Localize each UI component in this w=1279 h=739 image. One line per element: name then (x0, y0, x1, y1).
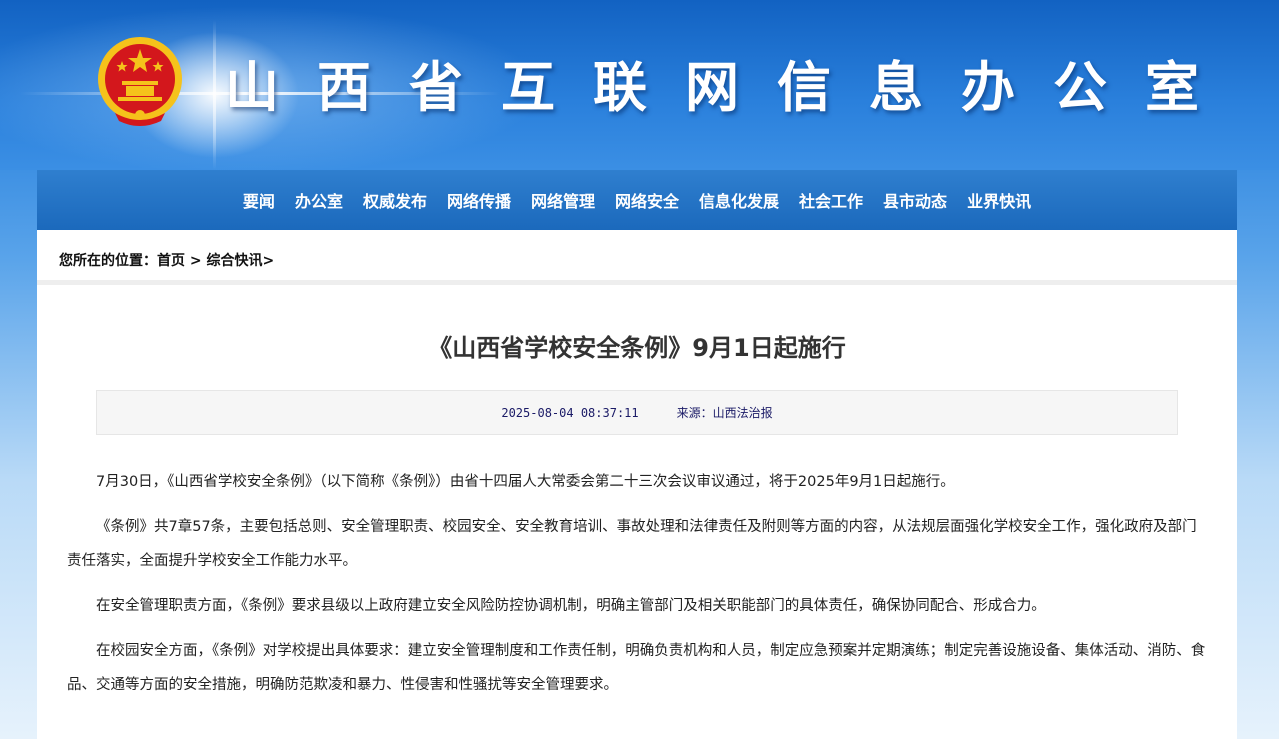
article-meta: 2025-08-04 08:37:11 来源：山西法治报 (96, 390, 1178, 435)
article-body: 7月30日，《山西省学校安全条例》（以下简称《条例》）由省十四届人大常委会第二十… (37, 465, 1237, 702)
national-emblem-icon (98, 37, 182, 126)
article-paragraph: 在安全管理职责方面，《条例》要求县级以上政府建立安全风险防控协调机制，明确主管部… (96, 598, 1046, 614)
article-paragraph: 在校园安全方面，《条例》对学校提出具体要求：建立安全管理制度和工作责任制，明确负… (67, 643, 1206, 693)
nav-item-office[interactable]: 办公室 (295, 188, 343, 212)
nav-item-social-work[interactable]: 社会工作 (799, 188, 863, 212)
nav-item-news[interactable]: 要闻 (243, 188, 275, 212)
article-paragraph: 《条例》共7章57条，主要包括总则、安全管理职责、校园安全、安全教育培训、事故处… (67, 519, 1197, 569)
breadcrumb-prefix: 您所在的位置： (59, 253, 157, 269)
nav-item-network-management[interactable]: 网络管理 (531, 188, 595, 212)
nav-item-industry-news[interactable]: 业界快讯 (967, 188, 1031, 212)
site-title: 山西省互联网信息办公室 (225, 55, 1237, 119)
light-flare-vertical (213, 20, 216, 170)
breadcrumb: 您所在的位置：首页 > 综合快讯> (37, 230, 1237, 285)
content-container: 您所在的位置：首页 > 综合快讯> 《山西省学校安全条例》9月1日起施行 202… (37, 230, 1237, 739)
breadcrumb-home-link[interactable]: 首页 (157, 253, 185, 269)
breadcrumb-section-link[interactable]: 综合快讯 (206, 253, 262, 269)
header-banner: 山西省互联网信息办公室 (0, 0, 1279, 170)
main-nav: 要闻 办公室 权威发布 网络传播 网络管理 网络安全 信息化发展 社会工作 县市… (37, 170, 1237, 230)
nav-item-county-news[interactable]: 县市动态 (883, 188, 947, 212)
article-paragraph: 7月30日，《山西省学校安全条例》（以下简称《条例》）由省十四届人大常委会第二十… (96, 474, 955, 490)
article-source: 来源：山西法治报 (676, 406, 773, 420)
breadcrumb-separator: > (185, 253, 207, 269)
nav-item-network-communication[interactable]: 网络传播 (447, 188, 511, 212)
nav-item-informatization[interactable]: 信息化发展 (699, 188, 779, 212)
nav-item-network-security[interactable]: 网络安全 (615, 188, 679, 212)
breadcrumb-separator: > (262, 253, 275, 269)
nav-item-releases[interactable]: 权威发布 (363, 188, 427, 212)
article-title: 《山西省学校安全条例》9月1日起施行 (428, 334, 846, 362)
article-datetime: 2025-08-04 08:37:11 (501, 406, 639, 420)
